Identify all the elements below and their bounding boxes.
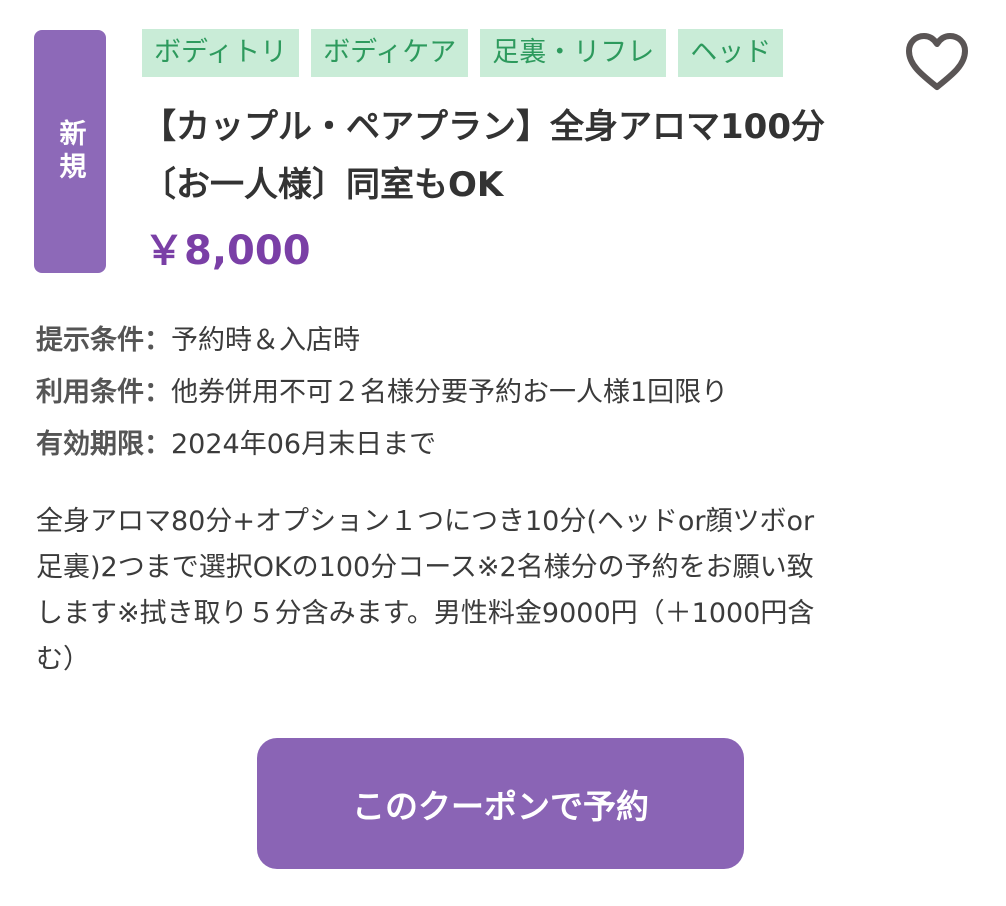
conditions-list: 提示条件：予約時＆入店時 利用条件：他券併用不可２名様分要予約お一人様1回限り … [36,315,976,471]
coupon-title-line-2: 〔お一人様〕同室もOK [142,165,504,205]
tag-foot-reflexology: 足裏・リフレ [480,29,667,77]
new-badge-label: 新規 [54,118,86,185]
coupon-price: ￥8,000 [144,228,311,274]
condition-row-presentation: 提示条件：予約時＆入店時 [36,325,360,356]
coupon-title-line-1: 【カップル・ペアプラン】全身アロマ100分 [142,107,825,147]
condition-label: 利用条件 [36,377,144,408]
favorite-button[interactable] [904,32,970,92]
condition-value: 他券併用不可２名様分要予約お一人様1回限り [171,377,729,408]
tag-head: ヘッド [678,29,784,77]
description-line: 全身アロマ80分+オプション１つにつき10分(ヘッドor顔ツボor [36,506,815,537]
condition-label: 提示条件 [36,325,144,356]
condition-value: 予約時＆入店時 [171,325,360,356]
tag-body-trim: ボディトリ [142,29,300,77]
category-tags: ボディトリ ボディケア 足裏・リフレ ヘッド [142,29,784,77]
reserve-with-coupon-button[interactable]: このクーポンで予約 [257,738,744,869]
condition-value: 2024年06月末日まで [171,429,437,460]
coupon-description: 全身アロマ80分+オプション１つにつき10分(ヘッドor顔ツボor 足裏)2つま… [36,499,976,683]
new-badge: 新規 [34,30,106,273]
description-line: む） [36,644,90,675]
heart-icon [906,33,968,90]
condition-row-usage: 利用条件：他券併用不可２名様分要予約お一人様1回限り [36,377,729,408]
description-line: します※拭き取り５分含みます。男性料金9000円（＋1000円含 [36,598,815,629]
tag-body-care: ボディケア [311,29,469,77]
coupon-title: 【カップル・ペアプラン】全身アロマ100分 〔お一人様〕同室もOK [142,98,882,214]
description-line: 足裏)2つまで選択OKの100分コース※2名様分の予約をお願い致 [36,552,814,583]
condition-label: 有効期限 [36,429,144,460]
condition-row-expiry: 有効期限：2024年06月末日まで [36,429,437,460]
